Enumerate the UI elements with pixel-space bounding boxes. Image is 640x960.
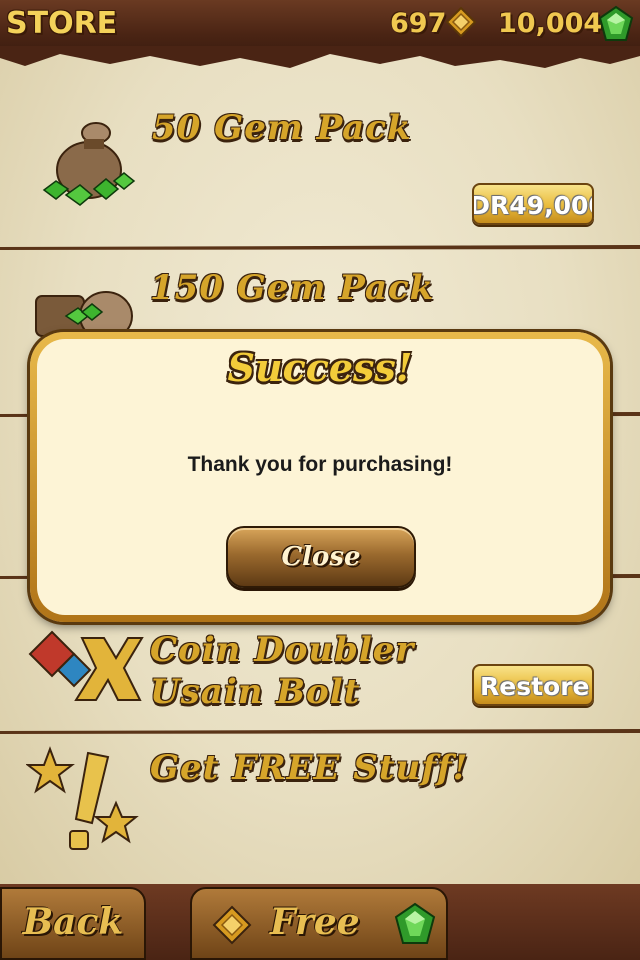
gem-count: 10,004	[498, 8, 603, 39]
dialog-message: Thank you for purchasing!	[187, 453, 453, 476]
diamond-coin-icon	[212, 905, 252, 945]
free-stuff-icon	[26, 746, 139, 850]
divider	[0, 729, 640, 734]
item-title-150-gem-pack: 150 Gem Pack	[150, 268, 435, 308]
close-button[interactable]: Close	[226, 526, 416, 588]
torn-edge	[0, 46, 640, 68]
green-gem-icon	[598, 5, 634, 41]
item-title-50-gem-pack: 50 Gem Pack	[152, 108, 412, 148]
dialog-body: Success! Thank you for purchasing! Close	[37, 339, 603, 615]
success-dialog: Success! Thank you for purchasing! Close	[30, 332, 610, 622]
green-gem-icon	[394, 902, 436, 944]
item-title-coin-doubler: Coin Doubler	[150, 630, 415, 670]
diamond-coin-icon	[446, 7, 476, 37]
gem-sack-icon	[42, 122, 136, 206]
dialog-title: Success!	[227, 345, 413, 390]
restore-label: Restore	[480, 672, 590, 701]
coin-count: 697	[390, 8, 447, 39]
divider	[0, 245, 640, 250]
buy-50-gem-pack-button[interactable]: IDR49,000	[472, 183, 594, 225]
free-label: Free	[270, 901, 360, 943]
item-title-get-free-stuff: Get FREE Stuff!	[150, 748, 469, 788]
item-title-usain-bolt: Usain Bolt	[150, 672, 361, 712]
back-button[interactable]: Back	[0, 887, 146, 960]
store-title: STORE	[6, 6, 118, 41]
coin-doubler-icon	[28, 630, 144, 701]
free-button[interactable]: Free	[190, 887, 448, 960]
price-label: IDR49,000	[474, 191, 592, 220]
restore-button[interactable]: Restore	[472, 664, 594, 706]
